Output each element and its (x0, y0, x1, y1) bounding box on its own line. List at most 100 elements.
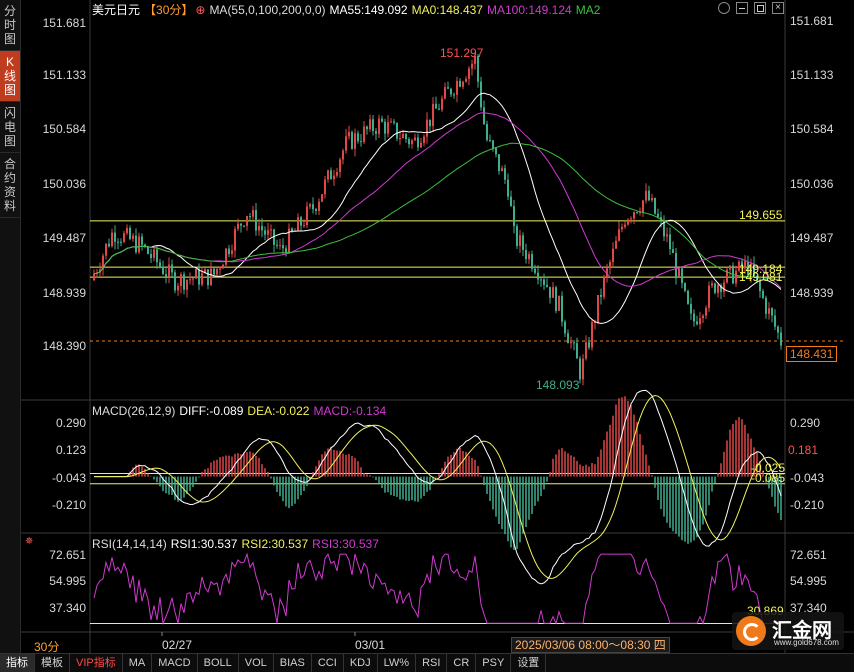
candle-body (450, 88, 452, 95)
tab-lw[interactable]: LW% (378, 654, 417, 672)
candle-body (600, 295, 602, 297)
rsi-panel-header: RSI(14,14,14) RSI1:30.537 RSI2:30.537 RSI3:… (92, 537, 383, 551)
candle-body (723, 282, 725, 292)
price-panel-header: 美元日元 【30分】 ⊕ MA(55,0,100,200,0,0) MA55:149.0… (92, 3, 604, 17)
minimize-icon[interactable] (736, 2, 748, 14)
candle-body (564, 321, 566, 334)
restore-icon[interactable] (754, 2, 766, 14)
tab-cci[interactable]: CCI (312, 654, 344, 672)
tab-settings[interactable]: 设置 (511, 654, 547, 672)
candle-body (417, 137, 419, 148)
tab-kdj[interactable]: KDJ (344, 654, 378, 672)
rsi-settings-icon[interactable]: ✵ (25, 536, 33, 547)
ma100-line (93, 112, 782, 289)
candle-body (696, 321, 698, 325)
candle-body (693, 313, 695, 322)
candle-body (435, 103, 437, 109)
candle-body (231, 250, 233, 254)
close-icon[interactable]: × (772, 2, 784, 14)
candle-body (279, 245, 281, 247)
candle-body (360, 141, 362, 143)
candle-body (237, 223, 239, 229)
candle-body (507, 179, 509, 197)
tab-time-chart[interactable]: 分 时 图 (0, 0, 20, 51)
candle-body (771, 308, 773, 316)
price-axis-right-tick: 149.487 (790, 231, 834, 245)
tab-psy[interactable]: PSY (476, 654, 512, 672)
candle-body (561, 295, 563, 322)
macd-value: MACD:-0.134 (313, 404, 387, 418)
candle-body (627, 219, 629, 225)
period-tag[interactable]: 【30分】 (144, 3, 193, 17)
candle-body (174, 272, 176, 291)
candle-body (228, 248, 230, 254)
rsi-params: RSI(14,14,14) (92, 537, 167, 551)
candle-body (405, 134, 407, 140)
candle-body (108, 243, 110, 247)
candle-body (363, 126, 365, 142)
candle-body (687, 290, 689, 304)
macd-diff: DIFF:-0.089 (179, 404, 244, 418)
candle-body (669, 234, 671, 250)
tab-bias[interactable]: BIAS (274, 654, 312, 672)
tab-vol[interactable]: VOL (239, 654, 274, 672)
price-axis-right-tick: 150.584 (790, 122, 834, 136)
settings-icon[interactable] (718, 2, 730, 14)
candle-body (729, 265, 731, 270)
candle-body (642, 200, 644, 213)
candle-body (327, 170, 329, 180)
candle-body (465, 78, 467, 82)
price-axis-left-tick: 148.939 (42, 286, 86, 300)
price-axis-right-tick: 151.133 (790, 68, 834, 82)
tab-indicators[interactable]: 指标 (0, 654, 35, 672)
tab-cr[interactable]: CR (447, 654, 477, 672)
candle-body (213, 268, 215, 275)
tab-kline-chart[interactable]: K 线 图 (0, 51, 20, 102)
tab-ma[interactable]: MA (123, 654, 153, 672)
tab-rsi[interactable]: RSI (416, 654, 448, 672)
candle-body (462, 81, 464, 87)
indicator-tab-bar: 指标 模板 VIP指标 MA MACD BOLL VOL BIAS CCI KD… (0, 653, 854, 672)
candle-body (423, 136, 425, 143)
candle-body (309, 204, 311, 207)
candle-body (366, 126, 368, 130)
rsi-axis-left-tick: 54.995 (49, 574, 86, 588)
candle-body (171, 264, 173, 273)
add-indicator-icon[interactable]: ⊕ (195, 3, 205, 17)
candle-body (624, 224, 626, 227)
rsi-axis-right-tick: 54.995 (790, 574, 827, 588)
chart-canvas[interactable] (0, 0, 854, 653)
candle-body (516, 226, 518, 247)
gold678-logo: 汇金网 www.gold678.com (732, 612, 844, 650)
candle-body (651, 197, 653, 201)
tab-vip-indicators[interactable]: VIP指标 (70, 654, 123, 672)
ma55-value: MA55:149.092 (329, 3, 408, 17)
tab-templates[interactable]: 模板 (35, 654, 70, 672)
candle-body (735, 270, 737, 284)
tab-contract-info[interactable]: 合 约 资 料 (0, 153, 20, 218)
candle-body (567, 333, 569, 344)
tab-flash-chart[interactable]: 闪 电 图 (0, 102, 20, 153)
candle-body (543, 279, 545, 285)
candle-body (285, 248, 287, 253)
tab-boll[interactable]: BOLL (198, 654, 239, 672)
candle-body (453, 94, 455, 96)
candle-body (114, 232, 116, 242)
candle-body (540, 279, 542, 281)
candle-body (111, 232, 113, 247)
candle-body (711, 283, 713, 286)
candle-body (441, 98, 443, 110)
candle-body (513, 206, 515, 227)
candle-body (162, 266, 164, 275)
candle-body (240, 223, 242, 226)
candle-body (384, 121, 386, 134)
tab-macd[interactable]: MACD (152, 654, 198, 672)
candle-body (141, 236, 143, 245)
candle-body (180, 274, 182, 286)
candle-body (678, 268, 680, 277)
candle-body (510, 196, 512, 207)
macd-axis-left-tick: -0.210 (51, 498, 86, 512)
candle-body (681, 268, 683, 284)
macd-diff-line (94, 389, 782, 585)
candle-body (195, 268, 197, 279)
